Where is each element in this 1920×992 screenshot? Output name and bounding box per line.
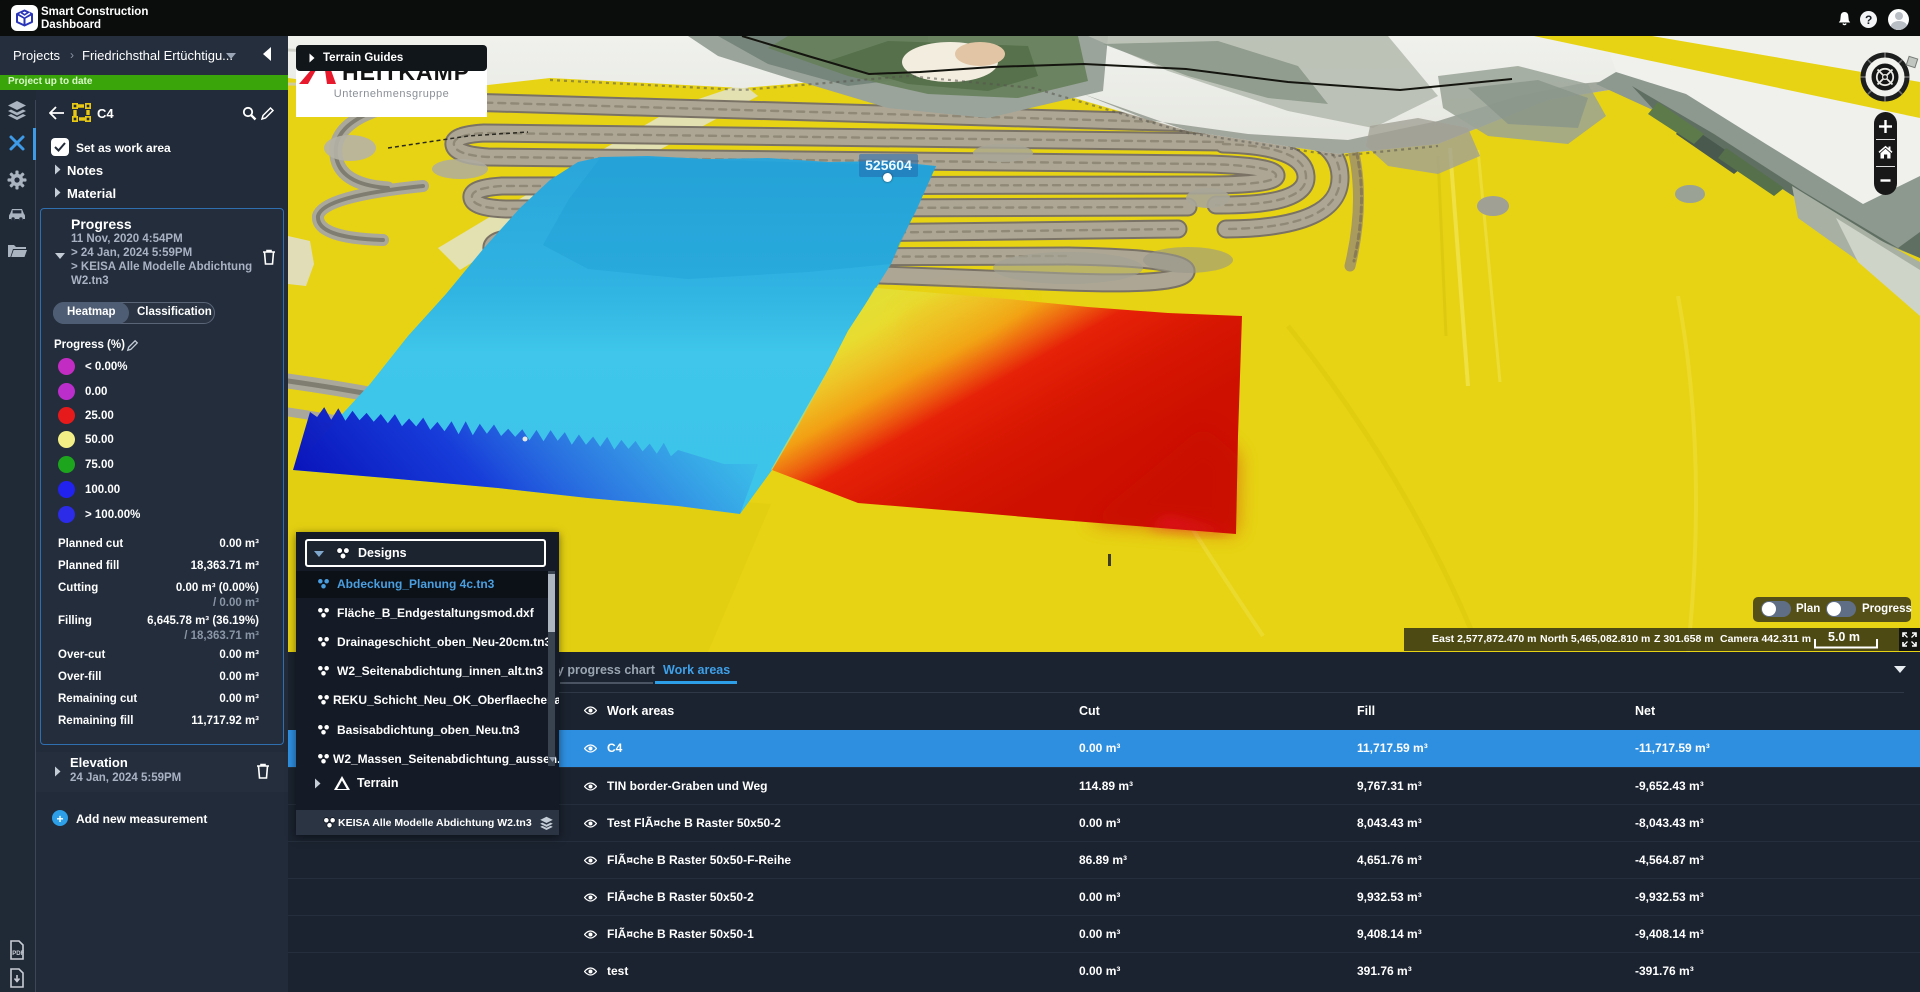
svg-text:PDF: PDF <box>12 951 24 957</box>
